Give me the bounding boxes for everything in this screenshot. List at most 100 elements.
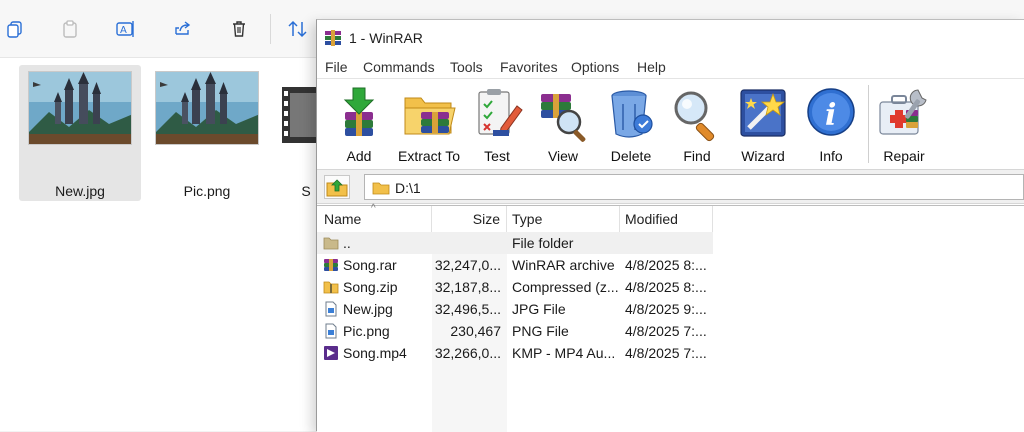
menu-file[interactable]: File	[325, 59, 348, 75]
view-button[interactable]: View	[535, 81, 591, 167]
menu-tools[interactable]: Tools	[450, 59, 483, 75]
file-name: Song.zip	[343, 279, 398, 295]
column-header-modified[interactable]: Modified	[620, 206, 713, 232]
file-row[interactable]: Song.zip 32,187,8... Compressed (z... 4/…	[317, 276, 713, 298]
menu-help[interactable]: Help	[637, 59, 666, 75]
file-row[interactable]: Pic.png 230,467 PNG File 4/8/2025 7:...	[317, 320, 713, 342]
winrar-app-icon	[324, 29, 342, 47]
thumbnail-item[interactable]: Pic.png	[146, 65, 268, 201]
up-one-level-button[interactable]	[324, 175, 350, 199]
file-name: Pic.png	[343, 323, 390, 339]
castle-image-thumbnail	[28, 71, 132, 145]
file-type: KMP - MP4 Au...	[512, 345, 616, 361]
file-size: 32,187,8...	[434, 279, 501, 295]
column-header-name[interactable]: ^ Name	[317, 203, 432, 232]
wizard-button[interactable]: Wizard	[733, 81, 793, 167]
view-label: View	[547, 148, 579, 164]
window-title: 1 - WinRAR	[349, 30, 423, 46]
thumbnail-caption: Pic.png	[183, 183, 231, 199]
jpg-file-icon	[325, 301, 337, 317]
column-header-type[interactable]: Type	[507, 206, 620, 232]
file-modified: 4/8/2025 8:...	[625, 257, 707, 273]
share-icon[interactable]	[170, 16, 196, 42]
menu-options[interactable]: Options	[571, 59, 619, 75]
repair-button[interactable]: Repair	[875, 81, 933, 167]
column-header-type-label: Type	[512, 211, 543, 227]
file-type: File folder	[512, 235, 574, 251]
toolbar-divider	[270, 14, 271, 44]
menu-commands[interactable]: Commands	[363, 59, 435, 75]
file-modified: 4/8/2025 9:...	[625, 301, 707, 317]
zip-file-icon	[323, 281, 339, 294]
winrar-window: 1 - WinRAR File Commands Tools Favorites…	[316, 19, 1024, 432]
delete-icon[interactable]	[226, 16, 252, 42]
file-row-parent-folder[interactable]: .. File folder	[317, 232, 713, 254]
file-name: New.jpg	[343, 301, 393, 317]
file-type: JPG File	[512, 301, 566, 317]
test-label: Test	[484, 148, 510, 164]
extract-to-button[interactable]: Extract To	[395, 81, 463, 167]
folder-icon	[372, 181, 390, 198]
add-label: Add	[346, 148, 372, 164]
path-field[interactable]: D:\1	[364, 174, 1024, 200]
file-row[interactable]: Song.mp4 32,266,0... KMP - MP4 Au... 4/8…	[317, 342, 713, 364]
file-size: 32,247,0...	[434, 257, 501, 273]
file-name: ..	[343, 235, 351, 251]
thumbnail-item[interactable]: New.jpg	[19, 65, 141, 201]
folder-up-icon	[326, 179, 348, 197]
sort-icon[interactable]	[285, 16, 311, 42]
column-header-size[interactable]: Size	[432, 206, 507, 232]
delete-label: Delete	[610, 148, 652, 164]
file-size: 32,266,0...	[434, 345, 501, 361]
find-label: Find	[683, 148, 711, 164]
file-type: PNG File	[512, 323, 569, 339]
delete-button[interactable]: Delete	[603, 81, 659, 167]
file-type: WinRAR archive	[512, 257, 615, 273]
add-icon	[329, 84, 389, 144]
find-button[interactable]: Find	[669, 81, 725, 167]
test-icon	[467, 84, 527, 144]
sort-ascending-icon: ^	[371, 203, 376, 214]
file-name: Song.rar	[343, 257, 397, 273]
view-icon	[533, 84, 593, 144]
file-modified: 4/8/2025 7:...	[625, 323, 707, 339]
folder-icon	[323, 237, 339, 250]
paste-icon[interactable]	[57, 16, 83, 42]
column-header-name-label: Name	[324, 211, 362, 227]
test-button[interactable]: Test	[469, 81, 525, 167]
toolbar-separator	[868, 85, 869, 163]
wizard-icon	[733, 84, 793, 144]
repair-icon	[874, 84, 934, 144]
wizard-label: Wizard	[741, 148, 785, 164]
file-size: 32,496,5...	[434, 301, 501, 317]
winrar-toolbar: Add Extract To Test View Delete Find Wiz…	[317, 78, 1024, 170]
file-size: 230,467	[450, 323, 501, 339]
info-icon: i	[801, 84, 861, 144]
file-row[interactable]: New.jpg 32,496,5... JPG File 4/8/2025 9:…	[317, 298, 713, 320]
copy-icon[interactable]	[2, 16, 28, 42]
menu-favorites[interactable]: Favorites	[500, 59, 558, 75]
file-modified: 4/8/2025 8:...	[625, 279, 707, 295]
current-path: D:\1	[395, 180, 421, 196]
info-label: Info	[819, 148, 843, 164]
rename-icon[interactable]: A	[113, 16, 139, 42]
svg-text:A: A	[120, 25, 127, 36]
file-type: Compressed (z...	[512, 279, 618, 295]
repair-label: Repair	[883, 148, 925, 164]
info-button[interactable]: i Info	[803, 81, 859, 167]
find-icon	[667, 84, 727, 144]
castle-image-thumbnail	[155, 71, 259, 145]
thumbnail-caption: New.jpg	[55, 183, 105, 199]
file-modified: 4/8/2025 7:...	[625, 345, 707, 361]
mp4-file-icon	[324, 346, 338, 360]
extract-to-icon	[399, 84, 459, 144]
file-row[interactable]: Song.rar 32,247,0... WinRAR archive 4/8/…	[317, 254, 713, 276]
add-button[interactable]: Add	[331, 81, 387, 167]
title-bar[interactable]: 1 - WinRAR	[317, 20, 1024, 56]
column-header-size-label: Size	[472, 211, 500, 227]
file-name: Song.mp4	[343, 345, 407, 361]
png-file-icon	[325, 323, 337, 339]
address-bar: D:\1	[317, 170, 1024, 204]
file-list: ^ Name Size Type Modified .. File folder	[317, 203, 1024, 432]
extract-to-label: Extract To	[398, 148, 460, 164]
